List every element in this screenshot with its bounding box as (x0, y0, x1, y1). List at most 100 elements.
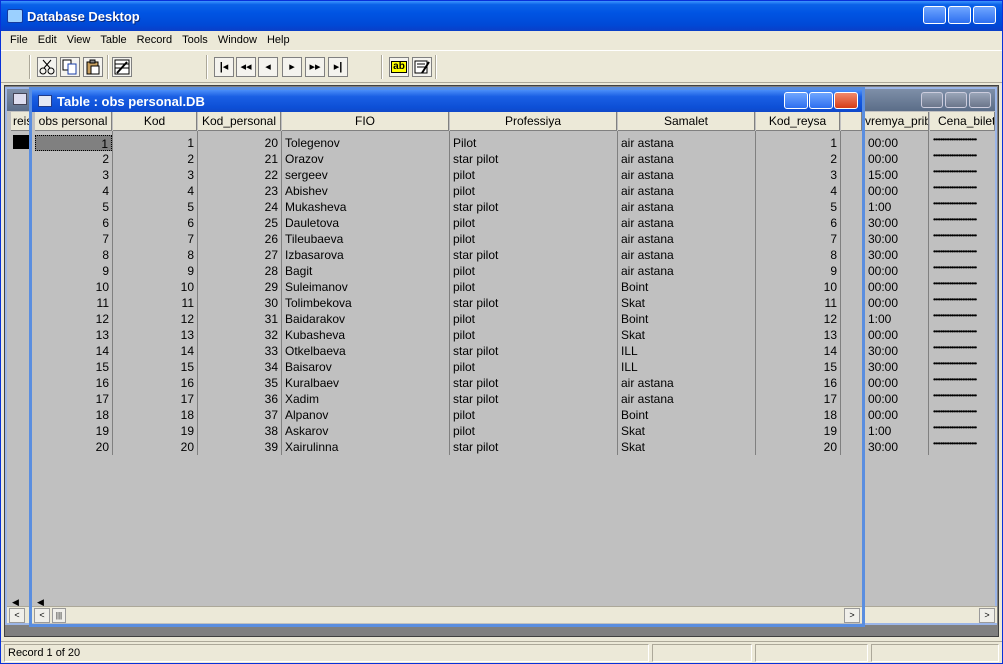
bg-table-cell-masked[interactable]: •••••••••••••••••••••••• (930, 212, 994, 228)
bg-table-cell[interactable]: 00:00 (865, 407, 927, 423)
bg-table-cell-masked[interactable]: •••••••••••••••••••••••• (930, 340, 994, 356)
bg-table-cell[interactable]: 00:00 (865, 151, 927, 167)
bg-table-cell[interactable]: 30:00 (865, 231, 927, 247)
table-minimize-button[interactable] (784, 92, 808, 109)
table-cell[interactable]: 10 (756, 279, 840, 295)
column-header-2[interactable]: Kod_personal (198, 112, 281, 131)
minimize-button[interactable] (923, 6, 946, 24)
table-cell[interactable]: pilot (450, 359, 617, 375)
table-cell[interactable]: Alpanov (282, 407, 449, 423)
column-header-4[interactable]: Professiya (450, 112, 617, 131)
column-header-cena-bileta[interactable]: Cena_bileta (930, 112, 995, 131)
table-cell[interactable]: Mukasheva (282, 199, 449, 215)
table-cell[interactable]: 20 (198, 135, 281, 151)
bg-table-cell-masked[interactable]: •••••••••••••••••••••••• (930, 308, 994, 324)
table-cell[interactable]: 18 (113, 407, 197, 423)
table-cell[interactable]: 25 (198, 215, 281, 231)
edit-data-button[interactable] (412, 57, 432, 77)
menu-view[interactable]: View (62, 31, 96, 50)
table-cell[interactable]: 26 (198, 231, 281, 247)
menu-file[interactable]: File (5, 31, 33, 50)
bg-table-cell[interactable]: 00:00 (865, 263, 927, 279)
table-cell[interactable]: 23 (198, 183, 281, 199)
table-cell[interactable]: 3 (756, 167, 840, 183)
table-cell[interactable]: pilot (450, 183, 617, 199)
table-cell[interactable]: 19 (756, 423, 840, 439)
table-cell[interactable]: sergeev (282, 167, 449, 183)
table-cell[interactable]: 5 (35, 199, 112, 215)
table-cell[interactable]: 9 (35, 263, 112, 279)
table-cell[interactable]: 20 (113, 439, 197, 455)
table-cell[interactable]: 17 (756, 391, 840, 407)
table-cell[interactable]: air astana (618, 215, 755, 231)
bg-maximize-button[interactable] (945, 92, 967, 108)
bg-table-cell-masked[interactable]: •••••••••••••••••••••••• (930, 324, 994, 340)
menu-tools[interactable]: Tools (177, 31, 213, 50)
table-cell[interactable]: Tolimbekova (282, 295, 449, 311)
table-cell[interactable]: 17 (35, 391, 112, 407)
paste-button[interactable] (83, 57, 103, 77)
table-cell[interactable]: air astana (618, 375, 755, 391)
table-cell[interactable]: Tolegenov (282, 135, 449, 151)
table-cell[interactable]: pilot (450, 311, 617, 327)
table-cell[interactable]: 24 (198, 199, 281, 215)
bg-table-cell-masked[interactable]: •••••••••••••••••••••••• (930, 404, 994, 420)
menu-table[interactable]: Table (95, 31, 131, 50)
maximize-button[interactable] (948, 6, 971, 24)
column-header-3[interactable]: FIO (282, 112, 449, 131)
table-cell[interactable]: star pilot (450, 343, 617, 359)
table-cell[interactable]: star pilot (450, 439, 617, 455)
table-cell[interactable]: Boint (618, 279, 755, 295)
bg-table-cell-masked[interactable]: •••••••••••••••••••••••• (930, 276, 994, 292)
table-cell[interactable]: Dauletova (282, 215, 449, 231)
table-cell[interactable]: Suleimanov (282, 279, 449, 295)
table-cell[interactable]: 31 (198, 311, 281, 327)
table-cell[interactable]: 20 (756, 439, 840, 455)
bg-table-cell-masked[interactable]: •••••••••••••••••••••••• (930, 164, 994, 180)
table-cell[interactable]: Skat (618, 327, 755, 343)
table-cell[interactable]: 19 (35, 423, 112, 439)
table-cell[interactable]: Askarov (282, 423, 449, 439)
table-cell[interactable]: 4 (113, 183, 197, 199)
table-cell[interactable]: 8 (35, 247, 112, 263)
table-cell[interactable]: Baidarakov (282, 311, 449, 327)
last-record-button[interactable]: ▸| (328, 57, 348, 77)
table-cell[interactable]: 12 (756, 311, 840, 327)
table-cell[interactable]: star pilot (450, 295, 617, 311)
bg-table-cell[interactable]: 30:00 (865, 343, 927, 359)
table-cell[interactable]: pilot (450, 423, 617, 439)
bg-minimize-button[interactable] (921, 92, 943, 108)
table-cell[interactable]: 13 (35, 327, 112, 343)
table-cell[interactable]: pilot (450, 407, 617, 423)
bg-table-cell[interactable]: 30:00 (865, 215, 927, 231)
table-cell[interactable]: 14 (113, 343, 197, 359)
table-cell[interactable]: pilot (450, 279, 617, 295)
bg-table-cell[interactable]: 00:00 (865, 135, 927, 151)
table-cell[interactable]: pilot (450, 167, 617, 183)
table-cell[interactable]: Tileubaeva (282, 231, 449, 247)
bg-table-cell[interactable]: 1:00 (865, 423, 927, 439)
column-header-0[interactable]: obs personal (35, 112, 112, 131)
table-cell[interactable]: 39 (198, 439, 281, 455)
table-cell[interactable]: 37 (198, 407, 281, 423)
table-cell[interactable]: 29 (198, 279, 281, 295)
table-cell[interactable]: Otkelbaeva (282, 343, 449, 359)
table-scroll-left-button[interactable]: < (34, 608, 50, 623)
table-cell[interactable]: air astana (618, 135, 755, 151)
table-cell[interactable]: 5 (756, 199, 840, 215)
previous-record-button[interactable]: ◂ (258, 57, 278, 77)
table-cell[interactable]: 20 (35, 439, 112, 455)
table-cell[interactable]: 11 (35, 295, 112, 311)
table-cell[interactable]: Boint (618, 407, 755, 423)
bg-table-cell[interactable]: 30:00 (865, 359, 927, 375)
table-cell[interactable]: Pilot (450, 135, 617, 151)
table-cell[interactable]: 4 (756, 183, 840, 199)
table-cell[interactable]: 9 (113, 263, 197, 279)
bg-table-cell-masked[interactable]: •••••••••••••••••••••••• (930, 180, 994, 196)
menu-edit[interactable]: Edit (33, 31, 62, 50)
menu-record[interactable]: Record (132, 31, 177, 50)
bg-table-cell-masked[interactable]: •••••••••••••••••••••••• (930, 372, 994, 388)
table-cell[interactable]: Baisarov (282, 359, 449, 375)
bg-table-cell[interactable]: 15:00 (865, 167, 927, 183)
table-cell[interactable]: 16 (756, 375, 840, 391)
